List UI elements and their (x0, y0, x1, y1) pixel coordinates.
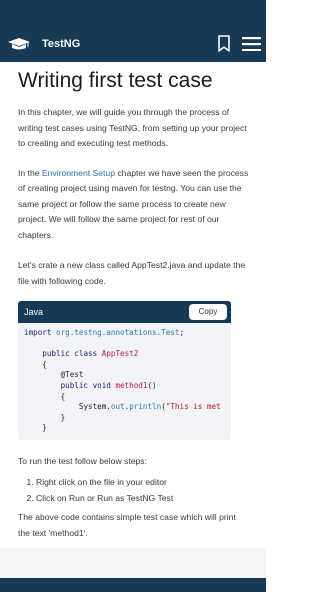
graduation-cap-icon[interactable] (7, 37, 31, 51)
setup-paragraph: In the Environment Setup chapter we have… (18, 166, 250, 244)
code-language-label: Java (24, 307, 44, 317)
brand-title[interactable]: TestNG (42, 38, 80, 50)
list-item: Right click on the file in your editor (36, 475, 250, 491)
summary-paragraph: The above code contains simple test case… (18, 512, 236, 538)
list-item: Click on Run or Run as TestNG Test (36, 491, 250, 507)
copy-button[interactable]: Copy (189, 304, 227, 320)
environment-setup-link[interactable]: Environment Setup (42, 168, 115, 178)
status-bar (0, 0, 266, 26)
create-class-paragraph: Let's crate a new class called AppTest2.… (18, 260, 246, 286)
hamburger-menu-icon[interactable] (242, 37, 261, 51)
bookmark-icon[interactable] (217, 35, 231, 52)
setup-text-before: In the (18, 167, 42, 178)
article-content: Writing first test case In this chapter,… (18, 62, 250, 541)
page-footer-area (0, 548, 266, 578)
page-title: Writing first test case (18, 69, 213, 92)
code-content[interactable]: import org.testng.annotations.Test; publ… (18, 323, 231, 440)
run-steps-list: Right click on the file in your editor C… (18, 475, 250, 506)
setup-text-after: chapter we have seen the process of crea… (18, 167, 249, 240)
run-steps-intro: To run the test follow below steps: (18, 455, 147, 466)
intro-paragraph: In this chapter, we will guide you throu… (18, 107, 247, 148)
top-app-bar: TestNG (0, 26, 266, 62)
navigation-bar (0, 578, 266, 592)
code-block: Java Copy import org.testng.annotations.… (18, 301, 231, 440)
code-header: Java Copy (18, 301, 231, 323)
